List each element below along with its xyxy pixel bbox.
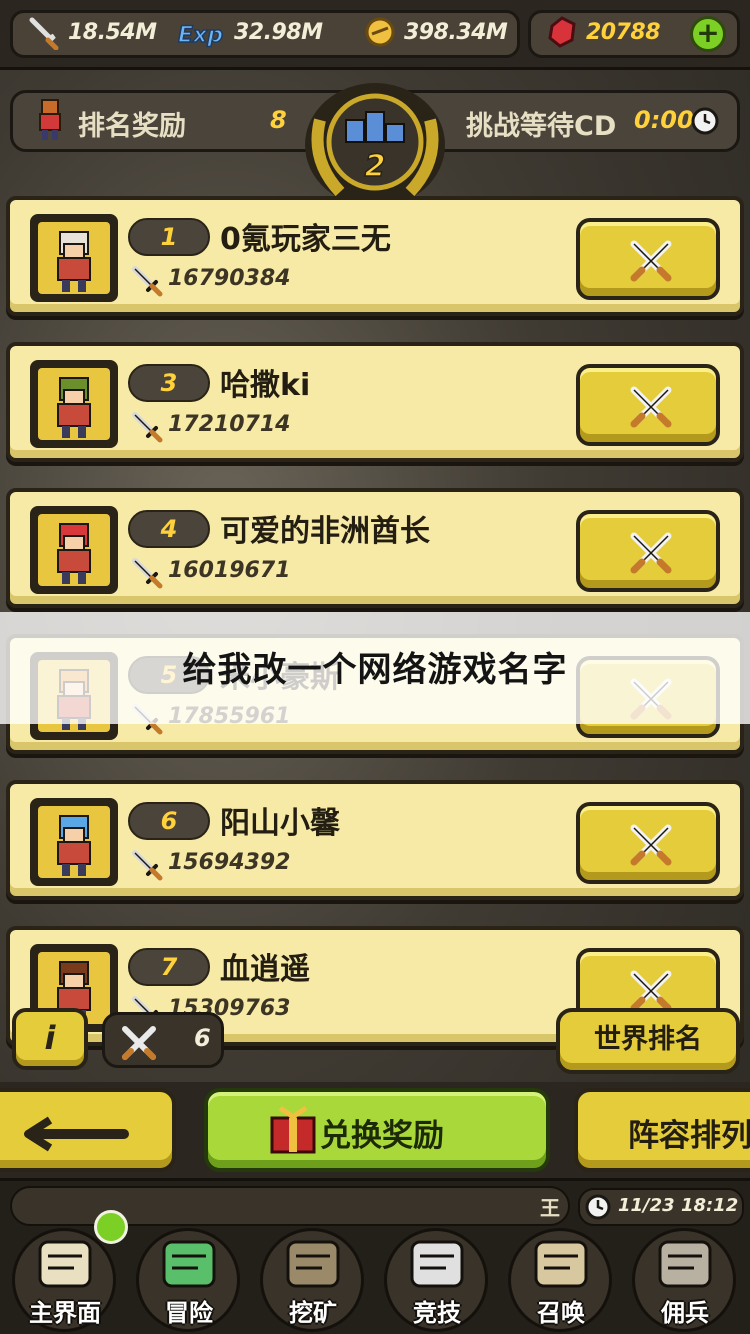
cooldown-label: 挑战等待CD xyxy=(466,111,617,142)
player-power: 15694392 xyxy=(168,850,291,875)
hero-sprite-icon xyxy=(57,815,91,876)
crossed-swords-icon xyxy=(630,386,672,428)
lineup-label: 阵容排列 xyxy=(628,1118,750,1154)
player-row: 3 哈撒ki 17210714 xyxy=(6,342,744,462)
crossed-swords-icon xyxy=(630,532,672,574)
banner-text: 给我改一个网络游戏名字 xyxy=(182,650,568,690)
my-rank-number: 2 xyxy=(365,149,386,184)
crossed-swords-icon xyxy=(122,1026,156,1060)
rank-badge: 3 xyxy=(128,364,210,402)
rank-number: 1 xyxy=(160,223,178,251)
nav-item-map-scroll[interactable]: 主界面 xyxy=(6,1210,128,1334)
nav-item-crossed-swords[interactable]: 竞技 xyxy=(378,1222,496,1334)
nav-label: 召唤 xyxy=(537,1299,585,1327)
current-time: 11/23 18:12 xyxy=(618,1195,739,1216)
chat-sender: 王 xyxy=(540,1196,560,1220)
nav-item-island[interactable]: 冒险 xyxy=(130,1222,248,1334)
player-figure-icon xyxy=(39,99,61,140)
gem-icon xyxy=(548,16,576,48)
rank-laurel-badge: 2 xyxy=(305,83,445,207)
chat-bar[interactable] xyxy=(10,1186,570,1226)
world-rank-button[interactable]: 世界排名 xyxy=(556,1008,740,1074)
add-gems-button[interactable]: + xyxy=(690,16,726,52)
rank-badge: 1 xyxy=(128,218,210,256)
back-button[interactable] xyxy=(0,1088,176,1172)
coin-icon xyxy=(365,17,395,47)
sword-icon xyxy=(132,558,163,589)
challenge-count-value: 6 xyxy=(194,1024,211,1052)
rank-number: 4 xyxy=(160,515,178,543)
player-name: 0氪玩家三无 xyxy=(220,222,391,257)
exchange-reward-label: 兑换奖励 xyxy=(320,1118,444,1154)
player-name: 阳山小馨 xyxy=(220,806,340,841)
coins-resource: 398.34M xyxy=(362,14,508,50)
exp-resource: Exp 32.98M xyxy=(176,14,323,50)
rank-number: 3 xyxy=(160,369,178,397)
gems-resource: 20788 xyxy=(544,14,661,50)
nav-item-summon-scroll[interactable]: 召唤 xyxy=(502,1222,620,1334)
gift-box-icon xyxy=(270,1105,316,1154)
rank-badge: 7 xyxy=(128,948,210,986)
coins-value: 398.34M xyxy=(404,19,508,45)
player-row: 1 0氪玩家三无 16790384 xyxy=(6,196,744,316)
attack-resource: 18.54M xyxy=(26,14,157,50)
player-row: 6 阳山小馨 15694392 xyxy=(6,780,744,900)
challenge-button[interactable] xyxy=(576,802,720,884)
hero-sprite-icon xyxy=(57,231,91,292)
rank-number: 6 xyxy=(160,807,178,835)
info-label: i xyxy=(44,1019,56,1057)
sword-icon xyxy=(132,412,163,443)
nav-label: 冒险 xyxy=(165,1299,213,1327)
gems-value: 20788 xyxy=(586,19,661,45)
notification-dot xyxy=(94,1210,128,1244)
player-power: 16019671 xyxy=(168,558,291,583)
crossed-swords-icon xyxy=(630,824,672,866)
sword-icon xyxy=(132,850,163,881)
sword-icon xyxy=(132,266,163,297)
clock-icon xyxy=(691,107,719,135)
challenge-button[interactable] xyxy=(576,218,720,300)
nav-label: 佣兵 xyxy=(661,1299,709,1327)
rank-number: 7 xyxy=(160,953,178,981)
plus-icon: + xyxy=(696,16,720,49)
info-button[interactable]: i xyxy=(12,1008,88,1070)
rank-badge: 6 xyxy=(128,802,210,840)
player-name: 可爱的非洲酋长 xyxy=(220,514,430,549)
challenge-button[interactable] xyxy=(576,510,720,592)
player-avatar[interactable] xyxy=(30,506,118,594)
player-avatar[interactable] xyxy=(30,798,118,886)
hero-sprite-icon xyxy=(57,523,91,584)
clock-icon xyxy=(585,1194,611,1220)
exp-icon: Exp xyxy=(177,22,223,49)
reward-value: 8 xyxy=(270,106,287,134)
player-power: 16790384 xyxy=(168,266,291,291)
exp-value: 32.98M xyxy=(234,19,323,45)
rank-badge: 4 xyxy=(128,510,210,548)
player-avatar[interactable] xyxy=(30,360,118,448)
reward-label: 排名奖励 xyxy=(78,111,186,142)
nav-label: 竞技 xyxy=(413,1299,461,1327)
crossed-swords-icon xyxy=(630,240,672,282)
nav-item-pickaxe[interactable]: 挖矿 xyxy=(254,1222,372,1334)
hero-sprite-icon xyxy=(57,377,91,438)
svg-text:Exp: Exp xyxy=(178,23,223,48)
nav-label: 主界面 xyxy=(29,1299,101,1327)
player-power: 17210714 xyxy=(168,412,291,437)
player-name: 血逍遥 xyxy=(220,952,310,987)
challenge-button[interactable] xyxy=(576,364,720,446)
sword-icon xyxy=(29,17,59,50)
player-avatar[interactable] xyxy=(30,214,118,302)
cooldown-value: 0:00 xyxy=(634,106,694,134)
nav-item-tent[interactable]: 佣兵 xyxy=(626,1222,744,1334)
nav-label: 挖矿 xyxy=(289,1299,337,1327)
world-rank-label: 世界排名 xyxy=(594,1024,702,1055)
attack-value: 18.54M xyxy=(68,19,157,45)
player-row: 4 可爱的非洲酋长 16019671 xyxy=(6,488,744,608)
player-name: 哈撒ki xyxy=(220,368,311,403)
arrow-left-icon xyxy=(24,1116,129,1152)
